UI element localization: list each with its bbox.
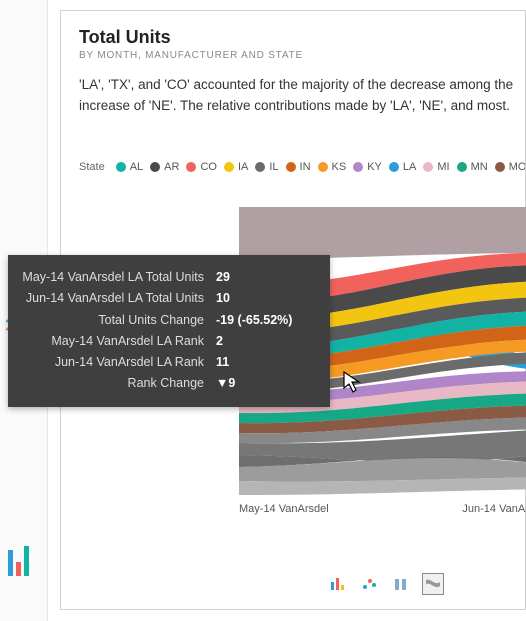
legend-label: KS <box>332 161 347 173</box>
chart-type-column-button[interactable] <box>390 573 412 595</box>
legend-label: IN <box>300 161 311 173</box>
tooltip-value: 2 <box>216 331 316 352</box>
tooltip-value: ▼9 <box>216 373 316 394</box>
legend-swatch <box>389 162 399 172</box>
tooltip-row: Rank Change ▼9 <box>22 373 316 394</box>
chart-type-toolbar <box>326 573 444 595</box>
legend-label: MN <box>471 161 488 173</box>
column-chart-icon <box>393 576 409 592</box>
tooltip-row: May-14 VanArsdel LA Rank 2 <box>22 331 316 352</box>
legend-title: State <box>79 161 105 173</box>
legend-swatch <box>353 162 363 172</box>
tooltip-row: Jun-14 VanArsdel LA Total Units 10 <box>22 288 316 309</box>
legend-item[interactable]: MO <box>495 161 525 173</box>
ribbon-chart-icon <box>425 576 441 592</box>
narrative-text: 'LA', 'TX', and 'CO' accounted for the m… <box>79 75 525 117</box>
card-title: Total Units <box>79 27 525 48</box>
tooltip-row: Jun-14 VanArsdel LA Rank 11 <box>22 352 316 373</box>
chart-type-bar-button[interactable] <box>326 573 348 595</box>
legend-item[interactable]: MI <box>423 161 449 173</box>
axis-label-left: May-14 VanArsdel <box>239 503 329 515</box>
legend-item[interactable]: AL <box>116 161 143 173</box>
legend-item[interactable]: CO <box>186 161 217 173</box>
axis-labels: May-14 VanArsdel Jun-14 VanArsdel <box>239 503 526 515</box>
legend-swatch <box>150 162 160 172</box>
scatter-chart-icon <box>361 576 377 592</box>
legend-swatch <box>457 162 467 172</box>
tooltip-row: May-14 VanArsdel LA Total Units 29 <box>22 267 316 288</box>
legend-swatch <box>318 162 328 172</box>
legend-item[interactable]: IN <box>286 161 311 173</box>
tooltip-key: Jun-14 VanArsdel LA Total Units <box>22 288 204 309</box>
legend-label: AL <box>130 161 143 173</box>
tooltip-key: Total Units Change <box>22 310 204 331</box>
tooltip-key: Jun-14 VanArsdel LA Rank <box>22 352 204 373</box>
legend-swatch <box>423 162 433 172</box>
tooltip-value: 29 <box>216 267 316 288</box>
legend-label: IA <box>238 161 248 173</box>
legend-item[interactable]: AR <box>150 161 179 173</box>
legend-swatch <box>224 162 234 172</box>
tooltip-value: 10 <box>216 288 316 309</box>
chart-type-ribbon-button[interactable] <box>422 573 444 595</box>
tooltip-key: Rank Change <box>22 373 204 394</box>
legend-swatch <box>286 162 296 172</box>
legend-label: AR <box>164 161 179 173</box>
legend-item[interactable]: KY <box>353 161 382 173</box>
tooltip-key: May-14 VanArsdel LA Rank <box>22 331 204 352</box>
legend-item[interactable]: LA <box>389 161 416 173</box>
legend-label: MI <box>437 161 449 173</box>
legend-label: CO <box>200 161 217 173</box>
legend: State AL AR CO IA IL IN KS KY LA MI MN MO <box>79 161 525 173</box>
tooltip-value: 11 <box>216 352 316 373</box>
legend-swatch <box>116 162 126 172</box>
mini-chart-bars <box>6 540 36 580</box>
tooltip-row: Total Units Change -19 (-65.52%) <box>22 310 316 331</box>
legend-label: LA <box>403 161 416 173</box>
bar-chart-icon <box>329 576 345 592</box>
axis-label-right: Jun-14 VanArsdel <box>462 503 526 515</box>
legend-label: KY <box>367 161 382 173</box>
tooltip: May-14 VanArsdel LA Total Units29Jun-14 … <box>8 255 330 407</box>
legend-swatch <box>255 162 265 172</box>
legend-item[interactable]: MN <box>457 161 488 173</box>
legend-item[interactable]: IA <box>224 161 248 173</box>
legend-swatch <box>186 162 196 172</box>
legend-label: IL <box>269 161 278 173</box>
legend-label: MO <box>509 161 525 173</box>
legend-swatch <box>495 162 505 172</box>
chart-type-scatter-button[interactable] <box>358 573 380 595</box>
card-subtitle: BY MONTH, MANUFACTURER AND STATE <box>79 50 525 61</box>
tooltip-key: May-14 VanArsdel LA Total Units <box>22 267 204 288</box>
legend-item[interactable]: IL <box>255 161 278 173</box>
tooltip-value: -19 (-65.52%) <box>216 310 316 331</box>
legend-item[interactable]: KS <box>318 161 347 173</box>
